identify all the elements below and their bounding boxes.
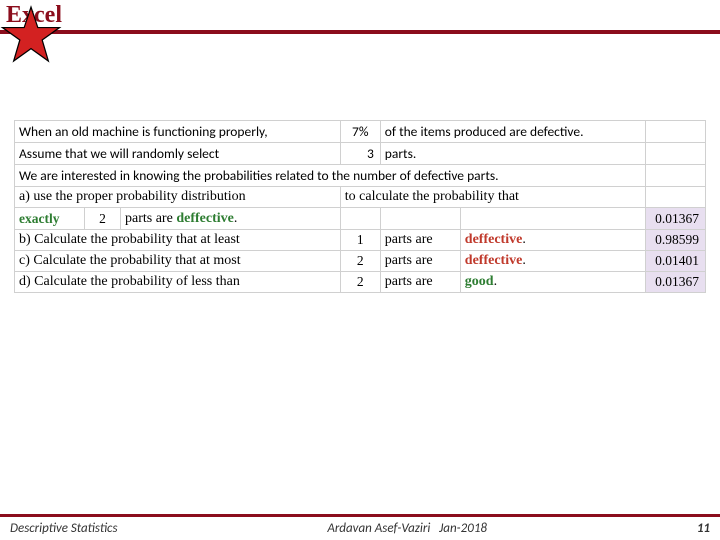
cell-empty — [380, 208, 460, 230]
cell-percent: 7% — [340, 121, 380, 143]
footer-row: Descriptive Statistics Ardavan Asef-Vazi… — [0, 517, 720, 540]
cell-text: deffective. — [460, 230, 645, 251]
star-icon — [0, 4, 62, 66]
cell-text: parts. — [380, 143, 645, 165]
table-row: a) use the proper probability distributi… — [15, 187, 706, 208]
footer-author: Ardavan Asef-Vaziri — [327, 521, 430, 536]
slide-footer: Descriptive Statistics Ardavan Asef-Vazi… — [0, 514, 720, 540]
keyword-good: good — [465, 274, 494, 289]
cell-text: parts are — [380, 230, 460, 251]
table-row: Assume that we will randomly select 3 pa… — [15, 143, 706, 165]
cell-number: 2 — [85, 208, 121, 230]
cell-text: parts are deffective. — [121, 208, 341, 230]
cell-text: b) Calculate the probability that at lea… — [15, 230, 341, 251]
keyword-exactly: exactly — [19, 211, 59, 226]
cell-number: 3 — [340, 143, 380, 165]
cell-text: to calculate the probability that — [340, 187, 645, 208]
cell-text: c) Calculate the probability that at mos… — [15, 251, 341, 272]
cell-empty — [646, 165, 706, 187]
cell-text: good. — [460, 272, 645, 293]
page-number: 11 — [697, 521, 710, 536]
slide-header: Excel — [0, 0, 720, 52]
cell-empty — [646, 187, 706, 208]
table-row: b) Calculate the probability that at lea… — [15, 230, 706, 251]
footer-left: Descriptive Statistics — [10, 521, 118, 536]
cell-text: a) use the proper probability distributi… — [15, 187, 341, 208]
table-row: d) Calculate the probability of less tha… — [15, 272, 706, 293]
cell-text: parts are — [380, 272, 460, 293]
cell-text: d) Calculate the probability of less tha… — [15, 272, 341, 293]
table-row: When an old machine is functioning prope… — [15, 121, 706, 143]
cell-text: of the items produced are defective. — [380, 121, 645, 143]
cell-empty — [340, 208, 380, 230]
table-row: exactly 2 parts are deffective. 0.01367 — [15, 208, 706, 230]
cell-result: 0.01367 — [646, 208, 706, 230]
footer-date: Jan-2018 — [439, 521, 487, 536]
cell-number: 2 — [340, 272, 380, 293]
cell-text: Assume that we will randomly select — [15, 143, 341, 165]
cell-number: 2 — [340, 251, 380, 272]
table-row: c) Calculate the probability that at mos… — [15, 251, 706, 272]
cell-result: 0.01401 — [646, 251, 706, 272]
footer-center: Ardavan Asef-Vaziri Jan-2018 — [118, 521, 697, 536]
cell-empty — [646, 121, 706, 143]
cell-text: When an old machine is functioning prope… — [15, 121, 341, 143]
cell-empty — [460, 208, 645, 230]
cell-text: parts are — [380, 251, 460, 272]
problem-table: When an old machine is functioning prope… — [14, 120, 706, 293]
table-row: We are interested in knowing the probabi… — [15, 165, 706, 187]
spreadsheet-content: When an old machine is functioning prope… — [14, 120, 706, 293]
header-divider — [0, 30, 720, 34]
keyword-defective: deffective — [465, 232, 523, 247]
cell-number: 1 — [340, 230, 380, 251]
cell-result: 0.98599 — [646, 230, 706, 251]
cell-text: deffective. — [460, 251, 645, 272]
cell-empty — [646, 143, 706, 165]
keyword-defective: deffective — [176, 211, 234, 226]
cell-text: We are interested in knowing the probabi… — [15, 165, 646, 187]
cell-result: 0.01367 — [646, 272, 706, 293]
keyword-defective: deffective — [465, 253, 523, 268]
